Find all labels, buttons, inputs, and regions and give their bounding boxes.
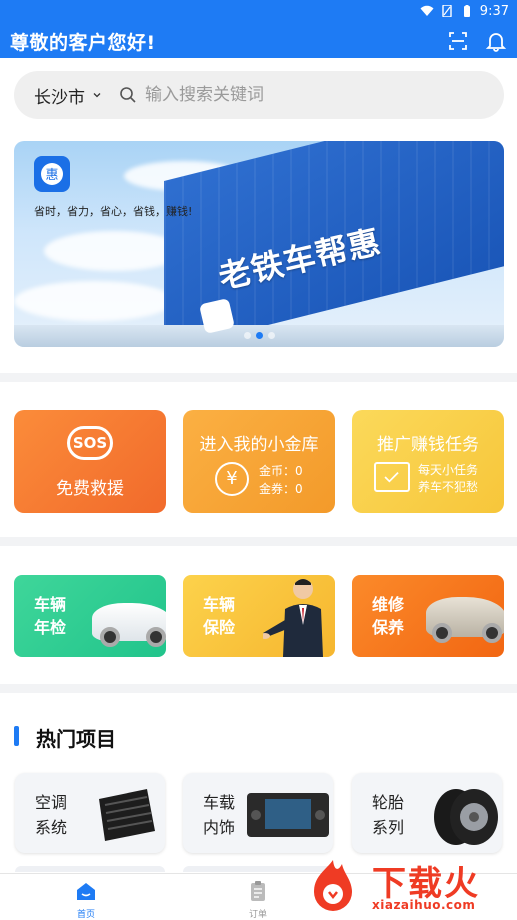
promo-task-desc: 每天小任务 养车不犯愁 — [418, 462, 478, 496]
wheel-image — [100, 627, 120, 647]
insurance-label: 车辆 保险 — [203, 595, 236, 637]
search-section: 长沙市 — [0, 58, 517, 128]
tab-home[interactable]: 首页 — [56, 880, 116, 920]
chevron-down-icon — [93, 93, 101, 98]
feature-section: SOS 免费救援 进入我的小金库 ¥ 金币：0 金券：0 推广赚钱任务 每天小任… — [0, 382, 517, 537]
watermark-url: xiazaihuo.com — [372, 898, 476, 912]
carousel-dot[interactable] — [244, 332, 251, 339]
search-bar[interactable]: 长沙市 — [14, 71, 504, 119]
battery-icon — [463, 5, 470, 17]
inspection-card[interactable]: 车辆 年检 — [14, 575, 166, 657]
tire-series-card[interactable]: 轮胎 系列 — [352, 773, 502, 853]
promo-task-line2: 养车不犯愁 — [418, 480, 479, 494]
tab-orders-label: 订单 — [248, 910, 267, 920]
svg-text:惠: 惠 — [45, 168, 58, 183]
promo-task-line1: 每天小任务 — [418, 463, 479, 477]
yen-coin-icon: ¥ — [215, 462, 249, 496]
banner-section: 惠 省时，省力，省心，省钱，赚钱! 老铁车帮惠 — [0, 128, 517, 373]
app-header: 9:37 尊敬的客户您好! — [0, 0, 517, 58]
sim-icon — [442, 5, 452, 17]
wifi-icon — [420, 5, 434, 16]
hot-projects-title: 热门项目 — [36, 727, 116, 751]
bell-icon[interactable] — [485, 30, 507, 52]
search-input[interactable] — [145, 85, 445, 105]
hot-card-partial — [15, 866, 165, 872]
vault-balances: 金币：0 金券：0 — [259, 462, 303, 498]
brand-logo-icon: 惠 — [34, 156, 70, 192]
tire-series-label: 轮胎 系列 — [372, 793, 405, 837]
wheel-image — [432, 623, 452, 643]
search-icon — [120, 87, 136, 103]
agent-person-image — [263, 579, 323, 657]
tires-image — [434, 789, 498, 845]
free-rescue-card[interactable]: SOS 免费救援 — [14, 410, 166, 513]
cloud-decoration — [44, 231, 184, 271]
interior-card[interactable]: 车载 内饰 — [183, 773, 333, 853]
aircon-system-card[interactable]: 空调 系统 — [15, 773, 165, 853]
carousel-dot[interactable] — [268, 332, 275, 339]
tab-home-label: 首页 — [76, 910, 95, 920]
free-rescue-label: 免费救援 — [56, 479, 124, 499]
scan-icon[interactable] — [447, 30, 469, 52]
service-section: 车辆 年检 车辆 保险 维修 保养 — [0, 546, 517, 684]
city-selector[interactable]: 长沙市 — [34, 83, 85, 108]
promo-banner[interactable]: 惠 省时，省力，省心，省钱，赚钱! 老铁车帮惠 — [14, 141, 504, 347]
car-stereo-image — [247, 793, 329, 837]
clipboard-icon — [251, 881, 265, 901]
status-time: 9:37 — [479, 3, 509, 19]
tab-orders[interactable]: 订单 — [228, 880, 288, 920]
vault-card[interactable]: 进入我的小金库 ¥ 金币：0 金券：0 — [183, 410, 335, 513]
banner-slogan: 省时，省力，省心，省钱，赚钱! — [34, 205, 193, 218]
section-accent-bar — [14, 726, 19, 746]
watermark: 下载火 xiazaihuo.com — [300, 848, 517, 920]
voucher-balance: 金券：0 — [259, 482, 303, 496]
coin-balance: 金币：0 — [259, 464, 303, 478]
status-bar: 9:37 — [420, 0, 509, 22]
calendar-check-icon — [374, 462, 410, 492]
carousel-dot-active[interactable] — [256, 332, 263, 339]
air-vent-image — [99, 789, 155, 841]
insurance-card[interactable]: 车辆 保险 — [183, 575, 335, 657]
wheel-image — [146, 627, 166, 647]
maintenance-label: 维修 保养 — [372, 595, 405, 637]
wheel-image — [482, 623, 502, 643]
cloud-decoration — [14, 281, 174, 321]
home-icon — [77, 883, 95, 900]
vault-title: 进入我的小金库 — [199, 435, 319, 455]
aircon-system-label: 空调 系统 — [35, 793, 68, 837]
carousel-dots — [244, 332, 275, 339]
sos-icon: SOS — [67, 426, 113, 460]
hot-projects-section: 热门项目 空调 系统 车载 内饰 轮胎 系列 — [0, 693, 517, 873]
inspection-label: 车辆 年检 — [34, 595, 67, 637]
flame-logo-icon — [314, 860, 352, 911]
promo-task-card[interactable]: 推广赚钱任务 每天小任务 养车不犯愁 — [352, 410, 504, 513]
maintenance-card[interactable]: 维修 保养 — [352, 575, 504, 657]
greeting-title: 尊敬的客户您好! — [10, 32, 156, 54]
interior-label: 车载 内饰 — [203, 793, 236, 837]
promo-task-title: 推广赚钱任务 — [377, 435, 479, 455]
